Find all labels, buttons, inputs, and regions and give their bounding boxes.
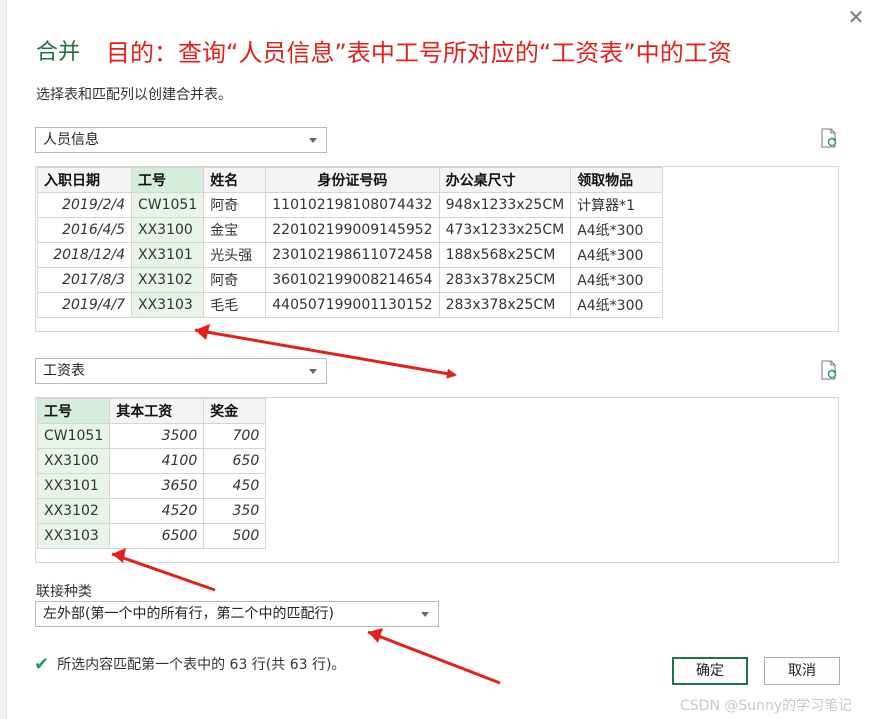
table2-row: XX3103 6500 500 xyxy=(36,523,267,549)
table1-cell: 283x378x25CM xyxy=(438,292,572,318)
table2-cell: 700 xyxy=(203,423,267,449)
table2-select[interactable]: 工资表 xyxy=(35,358,327,384)
table1-cell: XX3101 xyxy=(130,242,205,268)
table1-select[interactable]: 人员信息 xyxy=(35,127,327,153)
table2-grid: 工号 其本工资 奖金 CW1051 3500 700 XX3100 4100 650 XX3… xyxy=(36,398,267,549)
table1-cell: 220102199009145952 xyxy=(265,217,440,243)
table1-cell: 毛毛 xyxy=(203,292,267,318)
annotation-text: 目的：查询“人员信息”表中工号所对应的“工资表”中的工资 xyxy=(106,39,732,67)
table2-row: XX3101 3650 450 xyxy=(36,473,267,499)
table1-cell: 188x568x25CM xyxy=(438,242,572,268)
table2-cell: 500 xyxy=(203,523,267,549)
table2-header-cell-key[interactable]: 工号 xyxy=(36,398,111,424)
table1-cell: A4纸*300 xyxy=(570,217,664,243)
table1-header-cell[interactable]: 办公桌尺寸 xyxy=(438,167,572,193)
table1-select-value: 人员信息 xyxy=(43,132,99,148)
join-kind-label: 联接种类 xyxy=(36,584,92,600)
match-status: ✔ 所选内容匹配第一个表中的 63 行(共 63 行)。 xyxy=(34,654,345,675)
instruction-text: 选择表和匹配列以创建合并表。 xyxy=(36,87,232,103)
table1-row: 2019/2/4 CW1051 阿奇 110102198108074432 948x12… xyxy=(37,192,664,218)
table1-cell: 计算器*1 xyxy=(570,192,664,218)
table2-cell: 3500 xyxy=(109,423,205,449)
chevron-down-icon xyxy=(421,612,429,617)
table1-cell: 阿奇 xyxy=(203,267,267,293)
table1-cell: 440507199001130152 xyxy=(265,292,440,318)
table1-cell: A4纸*300 xyxy=(570,242,664,268)
chevron-down-icon xyxy=(309,138,317,143)
table1-cell: A4纸*300 xyxy=(570,292,664,318)
table2-cell: 450 xyxy=(203,473,267,499)
table1-preview: 入职日期 工号 姓名 身份证号码 办公桌尺寸 领取物品 2019/2/4 CW10… xyxy=(35,166,839,332)
table2-preview: 工号 其本工资 奖金 CW1051 3500 700 XX3100 4100 650 XX3… xyxy=(35,397,839,563)
annotation-arrow xyxy=(367,630,501,685)
table1-header-cell-key[interactable]: 工号 xyxy=(130,167,205,193)
table2-header-cell[interactable]: 奖金 xyxy=(203,398,267,424)
table2-cell: XX3101 xyxy=(36,473,111,499)
table1-cell: 2018/12/4 xyxy=(37,242,132,268)
table1-cell: 2017/8/3 xyxy=(37,267,132,293)
join-kind-select[interactable]: 左外部(第一个中的所有行，第二个中的匹配行) xyxy=(35,601,439,627)
refresh-icon[interactable] xyxy=(820,360,838,380)
table1-cell: 金宝 xyxy=(203,217,267,243)
table1-row: 2019/4/7 XX3103 毛毛 440507199001130152 283x37… xyxy=(37,292,664,318)
table1-row: 2016/4/5 XX3100 金宝 220102199009145952 473x12… xyxy=(37,217,664,243)
table2-cell: 4100 xyxy=(109,448,205,474)
table1-cell: 283x378x25CM xyxy=(438,267,572,293)
table1-cell: 2016/4/5 xyxy=(37,217,132,243)
table2-cell: 4520 xyxy=(109,498,205,524)
watermark: CSDN @Sunny的学习笔记 xyxy=(680,698,853,714)
table2-cell: 3650 xyxy=(109,473,205,499)
table1-cell: XX3100 xyxy=(130,217,205,243)
table1-cell: 阿奇 xyxy=(203,192,267,218)
table1-cell: 948x1233x25CM xyxy=(438,192,572,218)
table2-row: CW1051 3500 700 xyxy=(36,423,267,449)
table1-header-cell[interactable]: 身份证号码 xyxy=(265,167,440,193)
table1-cell: 2019/4/7 xyxy=(37,292,132,318)
table2-cell: XX3102 xyxy=(36,498,111,524)
table1-cell: 230102198611072458 xyxy=(265,242,440,268)
table1-header-cell[interactable]: 入职日期 xyxy=(37,167,132,193)
table2-header-cell[interactable]: 其本工资 xyxy=(109,398,205,424)
table2-row: XX3100 4100 650 xyxy=(36,448,267,474)
cancel-button[interactable]: 取消 xyxy=(764,657,840,685)
table2-header-row: 工号 其本工资 奖金 xyxy=(36,398,267,424)
ok-button[interactable]: 确定 xyxy=(672,657,748,685)
arrow-head xyxy=(368,628,383,643)
table1-row: 2018/12/4 XX3101 光头强 230102198611072458 188x… xyxy=(37,242,664,268)
table2-cell: 6500 xyxy=(109,523,205,549)
table2-select-value: 工资表 xyxy=(43,363,85,379)
table1-header-cell[interactable]: 姓名 xyxy=(203,167,267,193)
table2-cell: 650 xyxy=(203,448,267,474)
table2-row: XX3102 4520 350 xyxy=(36,498,267,524)
table1-cell: 2019/2/4 xyxy=(37,192,132,218)
join-kind-value: 左外部(第一个中的所有行，第二个中的匹配行) xyxy=(43,606,334,622)
table2-cell: XX3103 xyxy=(36,523,111,549)
window-left-edge xyxy=(0,0,7,719)
table1-header-cell[interactable]: 领取物品 xyxy=(570,167,664,193)
table2-cell: CW1051 xyxy=(36,423,111,449)
table1-cell: XX3103 xyxy=(130,292,205,318)
table1-cell: CW1051 xyxy=(130,192,205,218)
table2-cell: XX3100 xyxy=(36,448,111,474)
table1-row: 2017/8/3 XX3102 阿奇 360102199008214654 283x37… xyxy=(37,267,664,293)
table1-cell: 360102199008214654 xyxy=(265,267,440,293)
dialog-title: 合并 xyxy=(36,40,81,65)
table1-cell: 光头强 xyxy=(203,242,267,268)
table1-grid: 入职日期 工号 姓名 身份证号码 办公桌尺寸 领取物品 2019/2/4 CW10… xyxy=(37,167,664,318)
close-icon[interactable]: ✕ xyxy=(843,6,869,28)
table1-cell: XX3102 xyxy=(130,267,205,293)
check-icon: ✔ xyxy=(34,654,50,675)
refresh-icon[interactable] xyxy=(820,128,838,148)
match-status-text: 所选内容匹配第一个表中的 63 行(共 63 行)。 xyxy=(57,657,346,673)
table1-cell: A4纸*300 xyxy=(570,267,664,293)
table1-cell: 473x1233x25CM xyxy=(438,217,572,243)
table1-header-row: 入职日期 工号 姓名 身份证号码 办公桌尺寸 领取物品 xyxy=(37,167,664,193)
table1-cell: 110102198108074432 xyxy=(265,192,440,218)
table2-cell: 350 xyxy=(203,498,267,524)
chevron-down-icon xyxy=(309,369,317,374)
